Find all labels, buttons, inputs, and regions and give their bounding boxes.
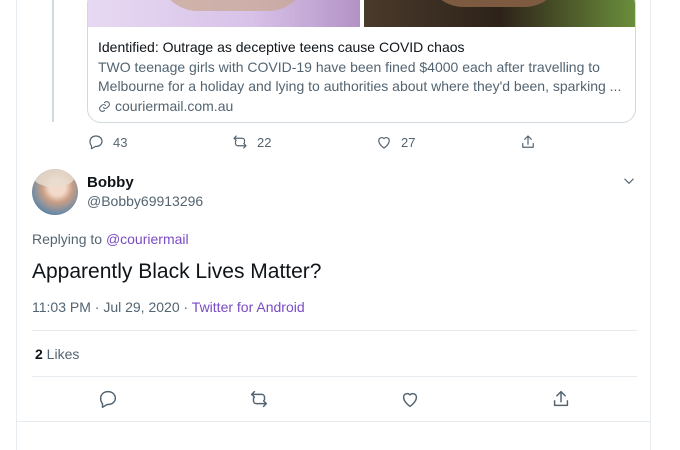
timeline-left-border bbox=[16, 0, 17, 450]
like-count: 27 bbox=[401, 134, 416, 150]
timeline-right-border bbox=[650, 0, 651, 450]
tweet-source-link[interactable]: Twitter for Android bbox=[192, 299, 305, 315]
card-domain-text: couriermail.com.au bbox=[115, 98, 234, 114]
tweet-timestamp[interactable]: 11:03 PM · Jul 29, 2020 · bbox=[32, 299, 192, 315]
share-icon bbox=[553, 390, 569, 407]
user-display-name[interactable]: Bobby bbox=[87, 174, 134, 191]
likes-count: 2 bbox=[35, 346, 43, 362]
divider bbox=[32, 330, 637, 331]
parent-retweet-button[interactable]: 22 bbox=[231, 133, 271, 151]
parent-share-button[interactable] bbox=[519, 133, 537, 151]
tweet-text: Apparently Black Lives Matter? bbox=[32, 260, 322, 283]
card-description: TWO teenage girls with COVID-19 have bee… bbox=[98, 59, 622, 94]
card-domain: couriermail.com.au bbox=[98, 97, 625, 116]
avatar[interactable] bbox=[32, 169, 78, 215]
likes-stat[interactable]: 2 Likes bbox=[35, 346, 79, 362]
like-button[interactable] bbox=[399, 388, 421, 410]
tweet-metadata: 11:03 PM · Jul 29, 2020 · Twitter for An… bbox=[32, 299, 305, 315]
replying-prefix: Replying to bbox=[32, 231, 106, 247]
retweet-count: 22 bbox=[257, 134, 272, 150]
heart-icon bbox=[378, 137, 390, 149]
card-image-right bbox=[364, 0, 635, 27]
reply-button[interactable] bbox=[97, 388, 119, 410]
link-preview-card[interactable]: Identified: Outrage as deceptive teens c… bbox=[87, 0, 636, 123]
more-options-button[interactable] bbox=[620, 172, 638, 190]
card-title: Identified: Outrage as deceptive teens c… bbox=[98, 39, 465, 55]
replying-to-line: Replying to @couriermail bbox=[32, 231, 189, 247]
user-handle[interactable]: @Bobby69913296 bbox=[87, 193, 203, 209]
card-image-left bbox=[88, 0, 360, 27]
share-button[interactable] bbox=[550, 388, 572, 410]
share-icon bbox=[522, 135, 534, 148]
chevron-down-icon bbox=[624, 178, 634, 185]
divider bbox=[32, 376, 637, 377]
parent-reply-button[interactable]: 43 bbox=[87, 133, 127, 151]
parent-like-button[interactable]: 27 bbox=[375, 133, 415, 151]
retweet-icon bbox=[250, 390, 268, 408]
thread-connector-line bbox=[52, 0, 54, 122]
reply-icon bbox=[99, 390, 117, 408]
retweet-button[interactable] bbox=[248, 388, 270, 410]
tweet-bottom-border bbox=[16, 421, 651, 422]
replying-to-link[interactable]: @couriermail bbox=[106, 231, 189, 247]
reply-count: 43 bbox=[113, 134, 128, 150]
heart-icon bbox=[402, 392, 418, 408]
link-icon bbox=[99, 101, 110, 112]
likes-label: Likes bbox=[42, 346, 80, 362]
retweet-icon bbox=[233, 135, 247, 149]
reply-icon bbox=[89, 135, 103, 150]
